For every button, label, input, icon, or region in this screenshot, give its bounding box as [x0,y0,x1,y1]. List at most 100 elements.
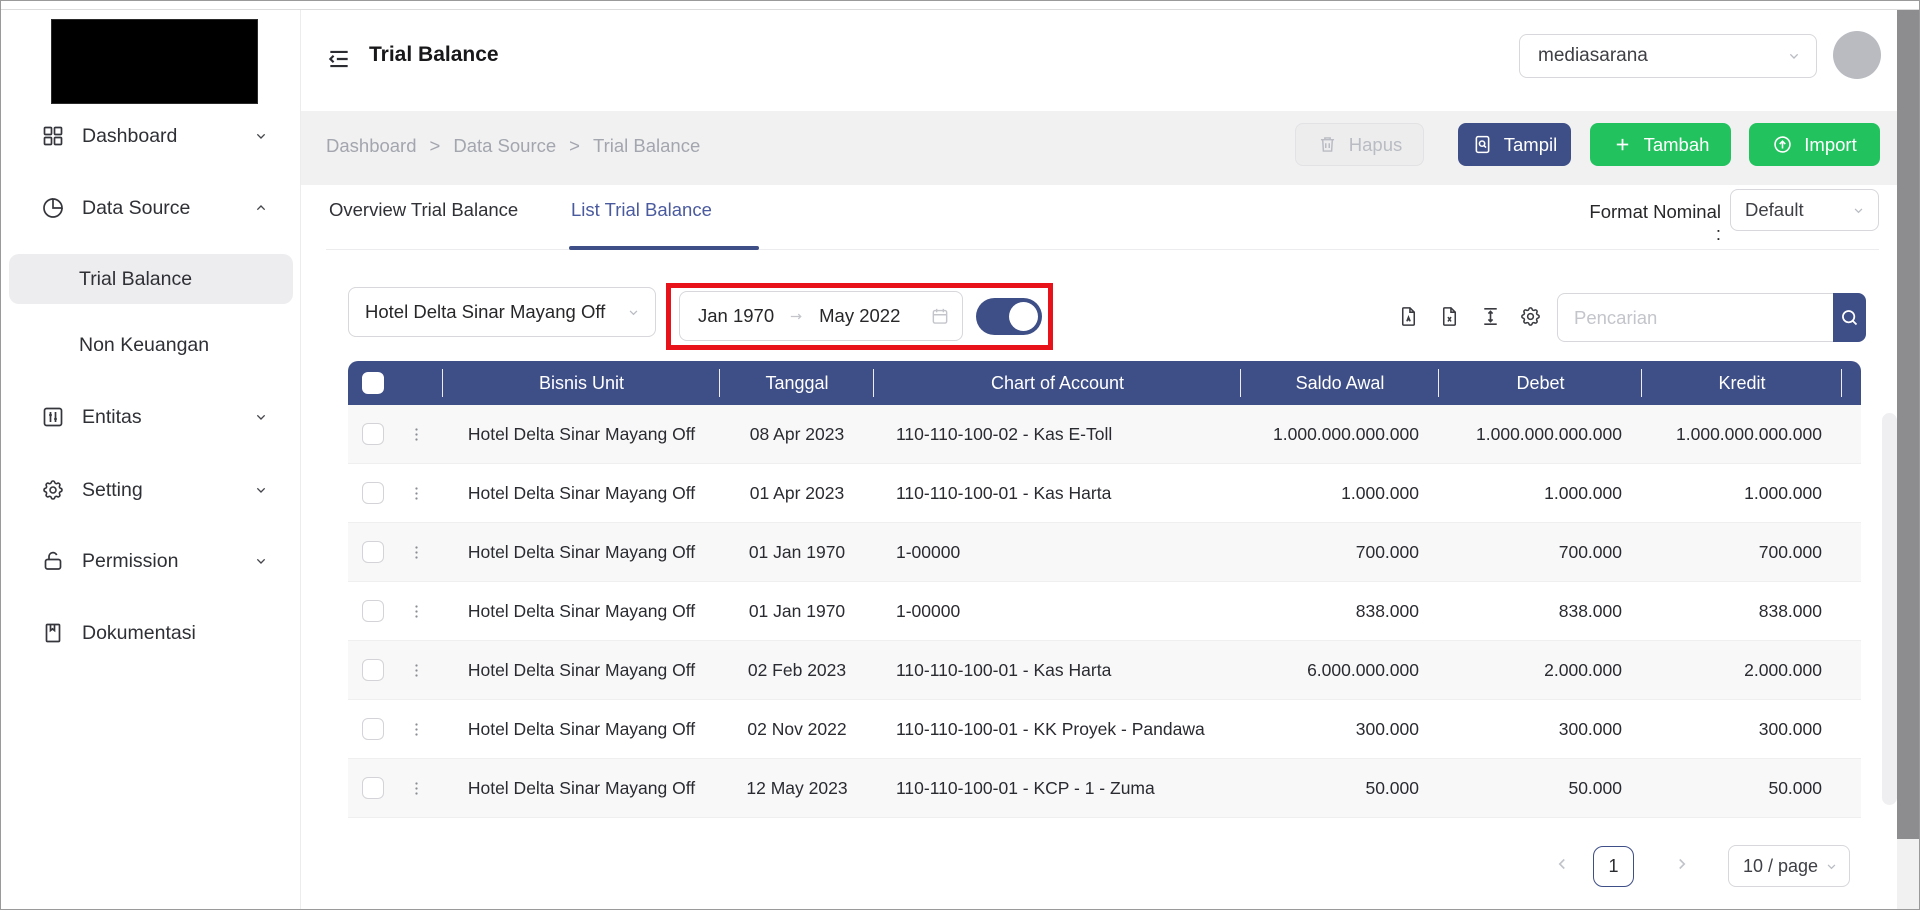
business-unit-select[interactable]: Hotel Delta Sinar Mayang Off [348,287,656,337]
cell-debet: 2.000.000 [1544,659,1622,680]
row-checkbox[interactable] [362,423,384,445]
row-kebab-menu-icon[interactable] [408,662,425,679]
select-all-checkbox[interactable] [362,372,384,394]
sidebar-item-entitas[interactable]: Entitas [1,395,301,439]
tab-overview-trial-balance[interactable]: Overview Trial Balance [329,199,518,221]
business-unit-value: Hotel Delta Sinar Mayang Off [365,301,606,322]
search-button[interactable] [1833,293,1866,342]
import-button[interactable]: Import [1749,123,1880,166]
workspace-select[interactable]: mediasarana [1519,34,1817,78]
cell-kredit: 700.000 [1758,541,1822,562]
arrow-right-icon [788,308,805,325]
breadcrumb-data-source[interactable]: Data Source [453,135,556,157]
cell-chart-of-account: 110-110-100-01 - Kas Harta [896,482,1112,503]
sidebar-item-data-source[interactable]: Data Source [1,186,301,230]
pagination-next-icon[interactable] [1673,855,1691,873]
cell-debet: 300.000 [1558,718,1622,739]
active-tab-underline [569,246,759,250]
user-avatar[interactable] [1833,31,1881,79]
row-checkbox[interactable] [362,541,384,563]
row-checkbox[interactable] [362,482,384,504]
breadcrumb-separator: > [569,135,580,156]
table-row: Hotel Delta Sinar Mayang Off 02 Feb 2023… [348,641,1861,700]
table-row: Hotel Delta Sinar Mayang Off 01 Jan 1970… [348,582,1861,641]
format-nominal-select[interactable]: Default [1730,189,1879,231]
row-kebab-menu-icon[interactable] [408,603,425,620]
hapus-button[interactable]: Hapus [1295,123,1424,166]
cell-kredit: 300.000 [1758,718,1822,739]
cell-tanggal: 02 Nov 2022 [747,718,847,739]
tab-list-trial-balance[interactable]: List Trial Balance [571,199,712,221]
content-panel: Overview Trial Balance List Trial Balanc… [301,185,1899,909]
column-header-bisnis-unit: Bisnis Unit [443,361,720,405]
table-body: Hotel Delta Sinar Mayang Off 08 Apr 2023… [348,405,1861,818]
cell-bisnis-unit: Hotel Delta Sinar Mayang Off [467,423,696,444]
tambah-button[interactable]: Tambah [1590,123,1731,166]
breadcrumb-separator: > [429,135,441,156]
pagination-page-1[interactable]: 1 [1593,846,1634,887]
date-to-value[interactable]: May 2022 [819,305,900,327]
page-scrollbar-thumb[interactable] [1897,10,1919,839]
cell-saldo-awal: 700.000 [1355,541,1419,562]
breadcrumb-current: Trial Balance [592,135,701,156]
sidebar-item-trial-balance[interactable]: Trial Balance [9,254,293,304]
column-height-icon[interactable] [1479,305,1502,328]
page-size-value: 10 / page [1743,855,1819,876]
table-row: Hotel Delta Sinar Mayang Off 12 May 2023… [348,759,1861,818]
document-icon [41,621,65,645]
row-checkbox[interactable] [362,777,384,799]
cell-saldo-awal: 6.000.000.000 [1307,659,1419,680]
sidebar-item-label: Non Keuangan [79,333,210,356]
chevron-down-icon [1851,203,1866,218]
page-title: Trial Balance [369,43,499,66]
pagination-prev-icon[interactable] [1553,855,1571,873]
chevron-down-icon [253,409,269,425]
row-kebab-menu-icon[interactable] [408,426,425,443]
upload-circle-icon [1772,134,1793,155]
format-nominal-value: Default [1745,199,1804,220]
page-scrollbar[interactable] [1897,10,1919,909]
cell-chart-of-account: 1-00000 [896,541,961,562]
table-scrollbar-thumb[interactable] [1882,413,1897,805]
chevron-down-icon [253,553,269,569]
chevron-down-icon [1786,48,1802,64]
row-kebab-menu-icon[interactable] [408,721,425,738]
sidebar-item-permission[interactable]: Permission [1,539,301,583]
row-checkbox[interactable] [362,600,384,622]
calendar-icon [930,306,950,326]
page-size-select[interactable]: 10 / page [1728,845,1850,887]
chevron-up-icon [253,200,269,216]
row-checkbox[interactable] [362,659,384,681]
row-kebab-menu-icon[interactable] [408,485,425,502]
cell-chart-of-account: 110-110-100-01 - KK Proyek - Pandawa [896,718,1205,739]
sidebar-item-non-keuangan[interactable]: Non Keuangan [9,320,293,370]
date-from-value[interactable]: Jan 1970 [698,305,774,327]
sidebar-item-dashboard[interactable]: Dashboard [1,114,301,158]
sidebar-collapse-icon[interactable] [326,46,352,72]
row-checkbox[interactable] [362,718,384,740]
cell-debet: 1.000.000.000.000 [1476,423,1622,444]
file-excel-icon[interactable] [1438,305,1461,328]
settings-icon[interactable] [1519,305,1542,328]
chevron-down-icon [253,482,269,498]
search-input[interactable] [1557,293,1833,342]
cell-kredit: 50.000 [1768,777,1822,798]
cell-bisnis-unit: Hotel Delta Sinar Mayang Off [467,600,696,621]
trash-icon [1317,134,1338,155]
cell-debet: 50.000 [1568,777,1622,798]
pie-chart-icon [41,196,65,220]
toggle-knob [1009,302,1038,331]
sidebar-item-setting[interactable]: Setting [1,468,301,512]
cell-saldo-awal: 300.000 [1355,718,1419,739]
row-kebab-menu-icon[interactable] [408,780,425,797]
filter-toggle[interactable] [976,298,1042,335]
file-pdf-icon[interactable] [1397,305,1420,328]
sidebar-item-dokumentasi[interactable]: Dokumentasi [1,611,301,655]
cell-tanggal: 01 Jan 1970 [748,541,846,562]
date-range-picker[interactable]: Jan 1970 May 2022 [679,291,963,341]
cell-bisnis-unit: Hotel Delta Sinar Mayang Off [467,777,696,798]
unlock-icon [41,549,65,573]
tampil-button[interactable]: Tampil [1458,123,1571,166]
breadcrumb-dashboard[interactable]: Dashboard [326,135,417,157]
row-kebab-menu-icon[interactable] [408,544,425,561]
